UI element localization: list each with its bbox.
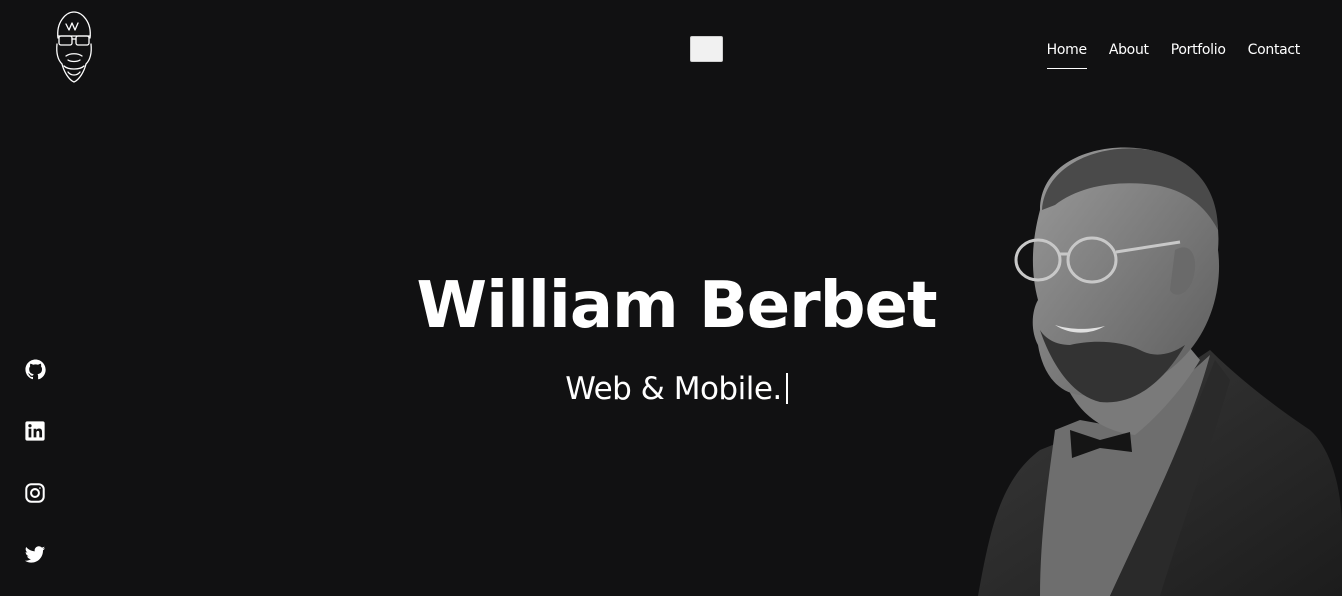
portrait-photo [978, 147, 1342, 596]
main-nav: Home About Portfolio Contact [1025, 40, 1300, 69]
twitter-link[interactable] [22, 542, 48, 568]
twitter-icon [24, 546, 46, 563]
menu-toggle-button[interactable] [690, 36, 723, 62]
instagram-icon [25, 483, 45, 503]
nav-link-home[interactable]: Home [1046, 40, 1087, 69]
github-link[interactable] [22, 356, 48, 382]
typing-cursor [785, 373, 788, 404]
linkedin-link[interactable] [22, 418, 48, 444]
linkedin-icon [25, 421, 45, 441]
bearded-man-logo-icon [56, 11, 92, 83]
instagram-link[interactable] [22, 480, 48, 506]
site-logo[interactable] [44, 8, 104, 86]
hero-tagline: Web & Mobile. [565, 371, 782, 407]
nav-link-contact[interactable]: Contact [1248, 40, 1301, 69]
github-icon [24, 358, 46, 379]
nav-link-portfolio[interactable]: Portfolio [1171, 40, 1226, 69]
page: Home About Portfolio Contact William Ber… [0, 0, 1342, 596]
nav-link-about[interactable]: About [1109, 40, 1149, 69]
